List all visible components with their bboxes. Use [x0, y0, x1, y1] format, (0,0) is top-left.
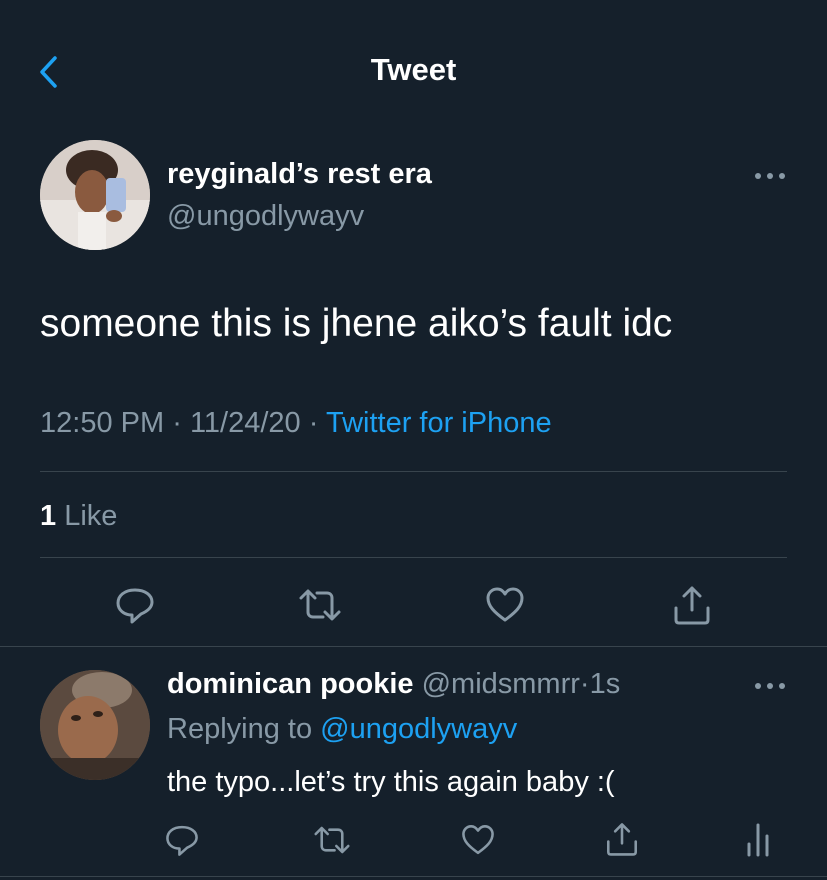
- heart-icon: [486, 587, 524, 622]
- tweet-text: someone this is jhene aiko’s fault idc: [40, 302, 673, 345]
- username[interactable]: @ungodlywayv: [167, 200, 364, 233]
- reply-icon: [116, 588, 154, 624]
- more-icon: [755, 683, 785, 689]
- share-button[interactable]: [671, 584, 713, 631]
- replying-to-label: Replying to: [167, 713, 313, 745]
- likes-count[interactable]: 1 Like: [40, 500, 117, 533]
- heart-icon: [462, 825, 494, 855]
- likes-label: Like: [64, 500, 118, 532]
- avatar[interactable]: [40, 140, 150, 250]
- reply-more-options-button[interactable]: [750, 676, 790, 696]
- avatar-photo: [40, 670, 150, 780]
- page-title: Tweet: [370, 52, 457, 87]
- divider: [0, 646, 827, 647]
- tweet-source-link[interactable]: Twitter for iPhone: [326, 407, 552, 439]
- reply-button[interactable]: [114, 584, 156, 631]
- analytics-icon: [747, 823, 769, 857]
- likes-number: 1: [40, 500, 57, 532]
- reply-reply-button[interactable]: [164, 822, 200, 863]
- reply-share-button[interactable]: [604, 820, 640, 863]
- tweet-time: 12:50 PM: [40, 407, 165, 439]
- tweet-date: 11/24/20: [189, 407, 301, 439]
- reply-separator: ·: [579, 668, 590, 700]
- reply-like-button[interactable]: [460, 822, 496, 863]
- display-name[interactable]: reyginald’s rest era: [167, 158, 432, 191]
- more-options-button[interactable]: [750, 166, 790, 186]
- retweet-icon: [314, 826, 350, 854]
- reply-username[interactable]: @midsmmrr: [422, 668, 580, 700]
- avatar-photo: [40, 140, 150, 250]
- reply-avatar[interactable]: [40, 670, 150, 780]
- replying-to: Replying to @ungodlywayv: [167, 713, 517, 746]
- divider: [0, 876, 827, 877]
- reply-display-name[interactable]: dominican pookie: [167, 668, 414, 700]
- reply-text: the typo...let’s try this again baby :(: [167, 766, 615, 798]
- divider: [40, 557, 787, 558]
- top-bar: Tweet: [0, 0, 827, 140]
- retweet-icon: [299, 589, 341, 621]
- replying-to-mention[interactable]: @ungodlywayv: [320, 713, 517, 745]
- reply-timestamp: 1s: [589, 668, 621, 700]
- meta-separator: ·: [172, 407, 182, 439]
- more-icon: [755, 173, 785, 179]
- reply-header: dominican pookie @midsmmrr·1s: [167, 668, 620, 701]
- reply-retweet-button[interactable]: [312, 822, 352, 863]
- divider: [40, 471, 787, 472]
- reply-analytics-button[interactable]: [744, 820, 772, 863]
- retweet-button[interactable]: [297, 584, 343, 631]
- tweet-meta: 12:50 PM · 11/24/20 · Twitter for iPhone: [40, 407, 552, 440]
- like-button[interactable]: [484, 584, 526, 631]
- share-icon: [674, 586, 710, 625]
- meta-separator: ·: [308, 407, 319, 439]
- reply-icon: [166, 825, 198, 856]
- share-icon: [607, 823, 637, 856]
